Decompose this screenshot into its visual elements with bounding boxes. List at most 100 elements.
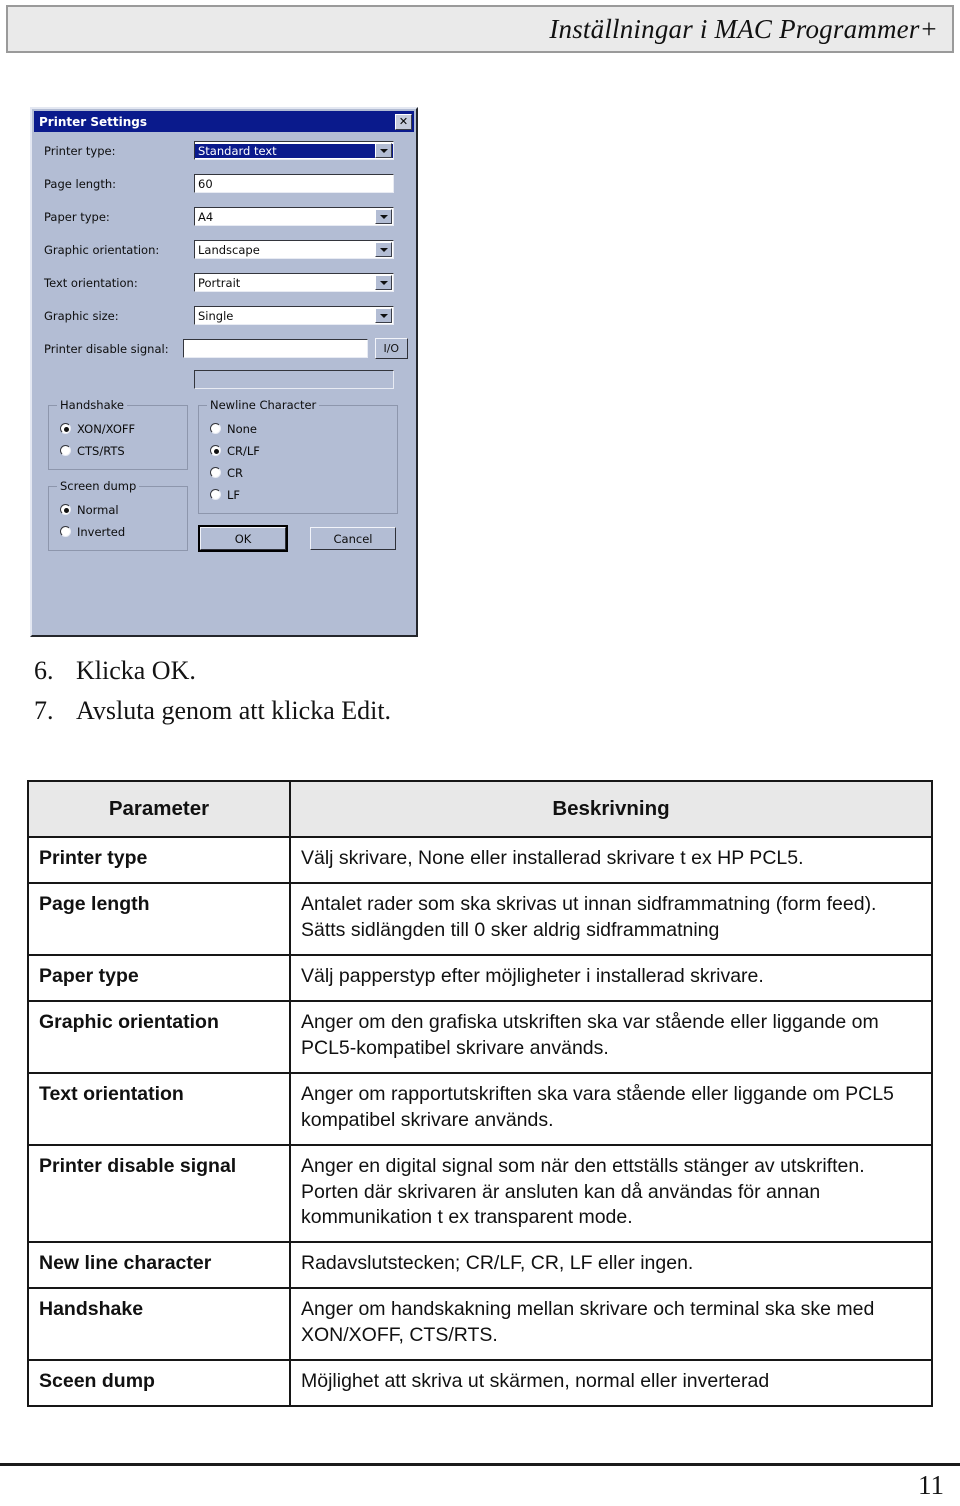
close-icon[interactable]: ✕ bbox=[395, 113, 412, 130]
table-row: Printer type Välj skrivare, None eller i… bbox=[27, 836, 933, 885]
parameter-description-table: Parameter Beskrivning Printer type Välj … bbox=[27, 779, 933, 1408]
dialog-option-groups: Handshake XON/XOFF CTS/RTS Screen dump N… bbox=[44, 398, 408, 560]
radio-on-icon[interactable] bbox=[210, 445, 221, 456]
chevron-down-icon[interactable] bbox=[375, 209, 392, 224]
field-text-orientation: Text orientation: Portrait bbox=[44, 271, 408, 294]
io-button[interactable]: I/O bbox=[374, 338, 408, 359]
radio-inverted[interactable]: Inverted bbox=[60, 521, 181, 542]
cell-description: Anger om rapportutskriften ska vara ståe… bbox=[289, 1071, 933, 1146]
group-screen-dump: Screen dump Normal Inverted bbox=[48, 479, 188, 551]
dialog-title: Printer Settings bbox=[39, 114, 147, 129]
cell-parameter: Sceen dump bbox=[27, 1359, 291, 1408]
combobox-graphic-orientation[interactable]: Landscape bbox=[194, 240, 394, 259]
table-header-row: Parameter Beskrivning bbox=[27, 779, 933, 839]
radio-normal-label: Normal bbox=[77, 502, 119, 517]
label-text-orientation: Text orientation: bbox=[44, 275, 138, 290]
cancel-button[interactable]: Cancel bbox=[310, 527, 396, 550]
field-graphic-size: Graphic size: Single bbox=[44, 304, 408, 327]
cell-parameter: Printer disable signal bbox=[27, 1143, 291, 1244]
combobox-graphic-size-value: Single bbox=[198, 308, 234, 323]
group-handshake-legend: Handshake bbox=[60, 398, 124, 412]
cell-parameter: Paper type bbox=[27, 954, 291, 1002]
list-item: 7. Avsluta genom att klicka Edit. bbox=[34, 696, 594, 726]
combobox-printer-type-value: Standard text bbox=[195, 143, 393, 158]
step-text: Klicka OK. bbox=[76, 656, 196, 685]
radio-off-icon[interactable] bbox=[210, 423, 221, 434]
table-row: Text orientation Anger om rapportutskrif… bbox=[27, 1071, 933, 1146]
step-number: 6. bbox=[34, 656, 54, 685]
radio-cr[interactable]: CR bbox=[210, 462, 391, 483]
radio-off-icon[interactable] bbox=[60, 445, 71, 456]
running-header: Inställningar i MAC Programmer+ bbox=[6, 5, 954, 53]
radio-crlf[interactable]: CR/LF bbox=[210, 440, 391, 461]
cell-description: Välj skrivare, None eller installerad sk… bbox=[289, 836, 933, 885]
radio-xon-xoff[interactable]: XON/XOFF bbox=[60, 418, 181, 439]
chevron-down-icon[interactable] bbox=[375, 143, 392, 158]
radio-cts-rts-label: CTS/RTS bbox=[77, 443, 125, 458]
field-printer-type: Printer type: Standard text bbox=[44, 139, 408, 162]
combobox-text-orientation-value: Portrait bbox=[198, 275, 241, 290]
column-header-beskrivning: Beskrivning bbox=[289, 779, 933, 839]
group-screen-dump-legend: Screen dump bbox=[60, 479, 137, 493]
page-number: 11 bbox=[918, 1470, 944, 1500]
textbox-printer-disable-signal[interactable] bbox=[182, 339, 368, 358]
printer-settings-dialog: Printer Settings ✕ Printer type: Standar… bbox=[30, 107, 418, 637]
combobox-paper-type-value: A4 bbox=[198, 209, 214, 224]
disabled-readonly-field bbox=[194, 370, 394, 389]
group-handshake: Handshake XON/XOFF CTS/RTS bbox=[48, 398, 188, 470]
group-newline-character-legend: Newline Character bbox=[210, 398, 317, 412]
field-paper-type: Paper type: A4 bbox=[44, 205, 408, 228]
cell-description: Möjlighet att skriva ut skärmen, normal … bbox=[289, 1359, 933, 1408]
dialog-body: Printer type: Standard text Page length:… bbox=[32, 132, 416, 566]
list-item: 6. Klicka OK. bbox=[34, 656, 594, 686]
left-groups-column: Handshake XON/XOFF CTS/RTS Screen dump N… bbox=[48, 398, 188, 560]
radio-off-icon[interactable] bbox=[60, 526, 71, 537]
radio-lf[interactable]: LF bbox=[210, 484, 391, 505]
cell-parameter: Graphic orientation bbox=[27, 999, 291, 1074]
step-number: 7. bbox=[34, 696, 54, 725]
table-body: Printer type Välj skrivare, None eller i… bbox=[27, 836, 933, 1408]
chevron-down-icon[interactable] bbox=[375, 275, 392, 290]
table-row: Sceen dump Möjlighet att skriva ut skärm… bbox=[27, 1359, 933, 1408]
table-row: New line character Radavslutstecken; CR/… bbox=[27, 1241, 933, 1290]
combobox-paper-type[interactable]: A4 bbox=[194, 207, 394, 226]
combobox-graphic-size[interactable]: Single bbox=[194, 306, 394, 325]
textbox-page-length[interactable]: 60 bbox=[194, 174, 394, 193]
radio-crlf-label: CR/LF bbox=[227, 443, 260, 458]
combobox-text-orientation[interactable]: Portrait bbox=[194, 273, 394, 292]
cell-description: Anger om den grafiska utskriften ska var… bbox=[289, 999, 933, 1074]
page-title: Inställningar i MAC Programmer+ bbox=[549, 13, 938, 44]
radio-none[interactable]: None bbox=[210, 418, 391, 439]
label-printer-type: Printer type: bbox=[44, 143, 116, 158]
radio-off-icon[interactable] bbox=[210, 467, 221, 478]
radio-cts-rts[interactable]: CTS/RTS bbox=[60, 440, 181, 461]
cell-parameter: Handshake bbox=[27, 1287, 291, 1362]
step-text: Avsluta genom att klicka Edit. bbox=[76, 696, 392, 725]
table-row: Handshake Anger om handskakning mellan s… bbox=[27, 1287, 933, 1362]
dialog-button-row: OK Cancel bbox=[198, 523, 398, 552]
radio-on-icon[interactable] bbox=[60, 504, 71, 515]
label-graphic-orientation: Graphic orientation: bbox=[44, 242, 160, 257]
group-newline-character: Newline Character None CR/LF CR LF bbox=[198, 398, 398, 514]
radio-off-icon[interactable] bbox=[210, 489, 221, 500]
table-row: Graphic orientation Anger om den grafisk… bbox=[27, 999, 933, 1074]
cell-description: Radavslutstecken; CR/LF, CR, LF eller in… bbox=[289, 1241, 933, 1290]
table-row: Printer disable signal Anger en digital … bbox=[27, 1143, 933, 1244]
dialog-titlebar: Printer Settings ✕ bbox=[34, 111, 414, 132]
cell-description: Antalet rader som ska skrivas ut innan s… bbox=[289, 882, 933, 957]
radio-normal[interactable]: Normal bbox=[60, 499, 181, 520]
textbox-page-length-value: 60 bbox=[198, 176, 213, 191]
field-graphic-orientation: Graphic orientation: Landscape bbox=[44, 238, 408, 261]
combobox-graphic-orientation-value: Landscape bbox=[198, 242, 260, 257]
chevron-down-icon[interactable] bbox=[375, 242, 392, 257]
label-page-length: Page length: bbox=[44, 176, 117, 191]
ok-button[interactable]: OK bbox=[198, 525, 288, 552]
column-header-parameter: Parameter bbox=[27, 779, 291, 839]
instruction-steps: 6. Klicka OK. 7. Avsluta genom att klick… bbox=[34, 656, 594, 736]
cell-parameter: New line character bbox=[27, 1241, 291, 1290]
combobox-printer-type[interactable]: Standard text bbox=[194, 141, 394, 160]
radio-on-icon[interactable] bbox=[60, 423, 71, 434]
label-paper-type: Paper type: bbox=[44, 209, 110, 224]
cell-description: Anger om handskakning mellan skrivare oc… bbox=[289, 1287, 933, 1362]
chevron-down-icon[interactable] bbox=[375, 308, 392, 323]
